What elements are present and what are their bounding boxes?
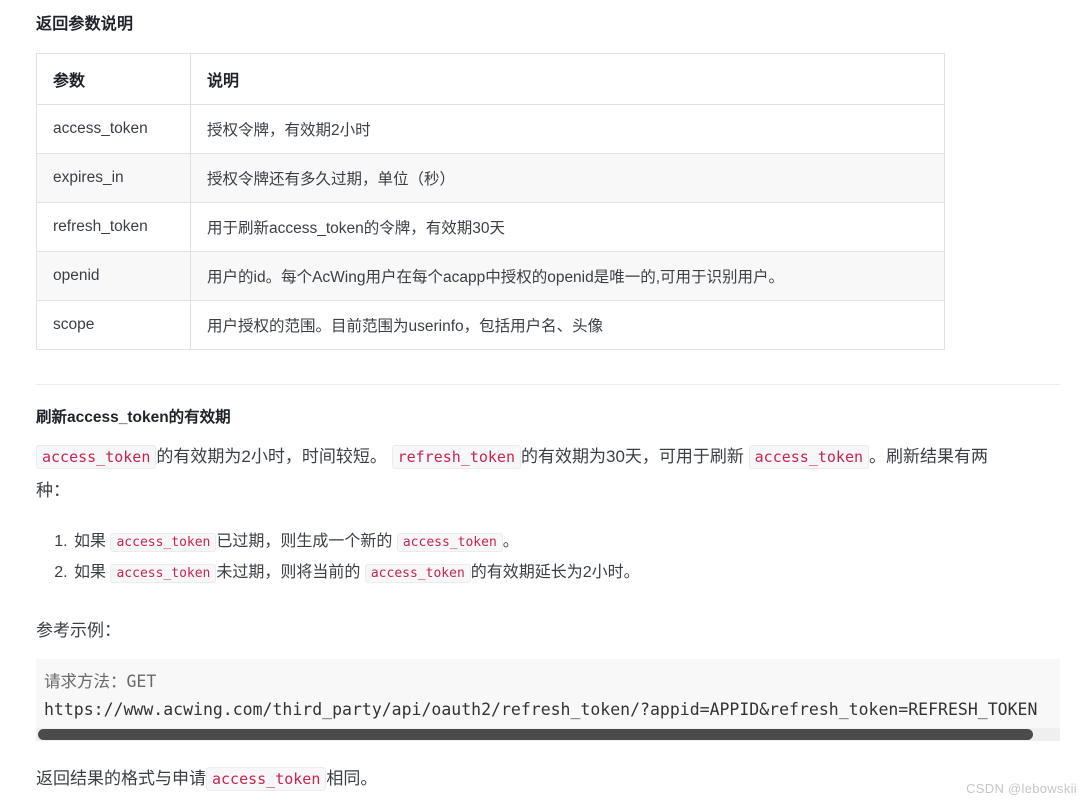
subsection-title: 刷新access_token的有效期: [36, 409, 231, 426]
table-row: openid 用户的id。每个AcWing用户在每个acapp中授权的openi…: [36, 251, 945, 301]
table-row: refresh_token 用于刷新access_token的令牌，有效期30天: [36, 202, 945, 252]
table-row: expires_in 授权令牌还有多久过期，单位（秒）: [36, 153, 945, 203]
list-item: 如果 access_token未过期，则将当前的 access_token的有效…: [72, 558, 640, 589]
watermark: CSDN @lebowskii: [966, 781, 1077, 796]
inline-code-access-token: access_token: [748, 445, 870, 469]
inline-code-access-token: access_token: [396, 533, 503, 552]
table-cell-param: access_token: [36, 104, 191, 154]
table-cell-param: openid: [36, 251, 191, 301]
table-header-param: 参数: [36, 53, 191, 105]
table-cell-param: expires_in: [36, 153, 191, 203]
list-item: 如果 access_token已过期，则生成一个新的 access_token。: [72, 527, 640, 558]
final-note-text: 返回结果的格式与申请: [36, 769, 206, 788]
list-item-text: 未过期，则将当前的: [216, 564, 361, 581]
table-cell-param: refresh_token: [36, 202, 191, 252]
page-title: 返回参数说明: [36, 16, 134, 33]
example-label: 参考示例：: [36, 621, 121, 640]
table-cell-desc: 授权令牌还有多久过期，单位（秒）: [190, 153, 945, 203]
list-item-text: 如果: [74, 564, 107, 581]
list-item-text: 如果: [74, 533, 107, 550]
inline-code-access-token: access_token: [364, 564, 471, 583]
table-cell-param: scope: [36, 300, 191, 350]
table-cell-desc: 用于刷新access_token的令牌，有效期30天: [190, 202, 945, 252]
list-item-text: 。: [502, 533, 519, 550]
refresh-description-paragraph: access_token 的有效期为2小时，时间较短。 refresh_token…: [36, 440, 996, 508]
final-note: 返回结果的格式与申请 access_token 相同。: [36, 764, 378, 791]
paragraph-text: 的有效期为2小时，时间较短。: [156, 447, 387, 466]
inline-code-access-token: access_token: [110, 564, 217, 583]
example-code-block[interactable]: 请求方法：GET https://www.acwing.com/third_pa…: [36, 659, 1060, 741]
code-block-scrollbar-thumb[interactable]: [38, 729, 1033, 740]
list-item-text: 已过期，则生成一个新的: [216, 533, 393, 550]
table-header-row: 参数 说明: [36, 53, 945, 105]
final-note-text: 相同。: [326, 769, 378, 788]
paragraph-text: 的有效期为30天，可用于刷新: [520, 447, 744, 466]
code-line-url: https://www.acwing.com/third_party/api/o…: [44, 700, 1038, 719]
inline-code-access-token: access_token: [110, 533, 217, 552]
parameters-table-wrapper: 参数 说明 access_token 授权令牌，有效期2小时 expires_i…: [36, 53, 945, 350]
code-block-content: 请求方法：GET https://www.acwing.com/third_pa…: [36, 659, 1060, 724]
table-header-desc: 说明: [190, 53, 945, 105]
table-row: scope 用户授权的范围。目前范围为userinfo，包括用户名、头像: [36, 300, 945, 350]
code-block-scrollbar-track[interactable]: [36, 728, 1060, 741]
table-cell-desc: 授权令牌，有效期2小时: [190, 104, 945, 154]
section-divider: [36, 384, 1060, 385]
parameters-table: 参数 说明 access_token 授权令牌，有效期2小时 expires_i…: [36, 53, 945, 350]
code-line-request-method: 请求方法：GET: [44, 672, 157, 691]
table-cell-desc: 用户的id。每个AcWing用户在每个acapp中授权的openid是唯一的,可…: [190, 251, 945, 301]
document-page: 返回参数说明 参数 说明 access_token 授权令牌，有效期2小时 ex…: [0, 0, 1089, 802]
inline-code-refresh-token: refresh_token: [391, 445, 521, 469]
inline-code-access-token: access_token: [206, 767, 327, 791]
refresh-steps-list: 如果 access_token已过期，则生成一个新的 access_token。…: [36, 527, 640, 589]
table-cell-desc: 用户授权的范围。目前范围为userinfo，包括用户名、头像: [190, 300, 945, 350]
table-row: access_token 授权令牌，有效期2小时: [36, 104, 945, 154]
inline-code-access-token: access_token: [36, 445, 157, 469]
list-item-text: 的有效期延长为2小时。: [470, 564, 640, 581]
